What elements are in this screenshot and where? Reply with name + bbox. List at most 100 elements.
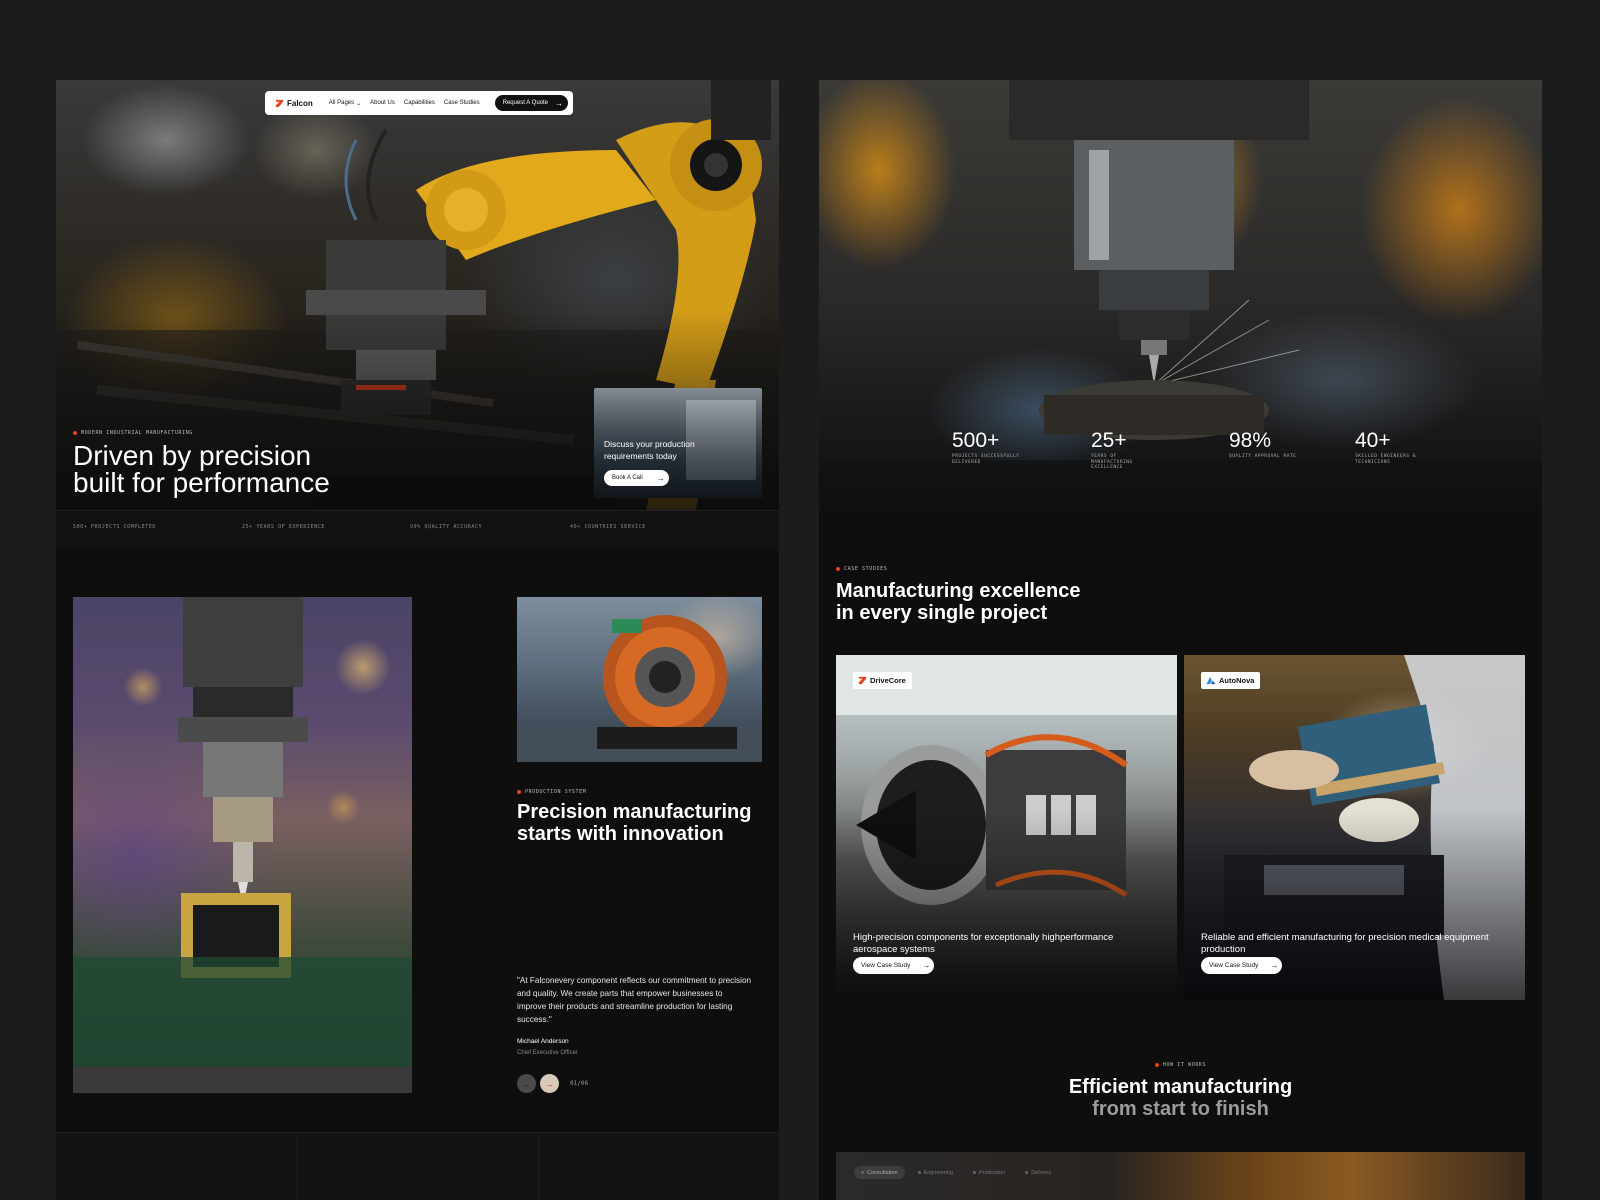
view-case-study-label: View Case Study — [861, 962, 911, 969]
hero-eyebrow-text: Modern Industrial Manufacturing — [81, 430, 193, 436]
production-title: Precision manufacturing starts with inno… — [517, 801, 757, 845]
book-call-label: Book A Call — [612, 475, 643, 481]
production-title-line2: starts with innovation — [517, 823, 724, 845]
case-studies-eyebrow: Case Studies — [836, 566, 887, 572]
brand-name: Falcon — [287, 98, 313, 108]
case-studies-eyebrow-text: Case Studies — [844, 566, 888, 572]
arrow-right-icon: → — [1270, 961, 1279, 970]
case-studies-title: Manufacturing excellence in every single… — [836, 580, 1096, 624]
case-description: Reliable and efficient manufacturing for… — [1201, 932, 1489, 955]
nav-item-capabilities[interactable]: Capabilities — [404, 100, 435, 106]
accent-dot — [517, 790, 521, 794]
landing-page-preview-left: Falcon All Pages ⌄ About Us Capabilities… — [56, 80, 779, 1200]
view-case-study-label: View Case Study — [1209, 962, 1259, 969]
production-eyebrow: Production System — [517, 789, 586, 795]
arrow-right-icon: → — [555, 98, 563, 108]
stat-label: Quality Approval Rate — [1229, 454, 1297, 459]
case-studies-title-line1: Manufacturing excellence — [836, 580, 1081, 602]
column-divider — [538, 1133, 539, 1200]
cnc-spindle-image — [819, 80, 1542, 510]
stat-engineers: 40+ Skilled Engineers & Technicians — [1355, 430, 1425, 465]
book-call-text: Discuss your production requirements tod… — [604, 439, 695, 461]
nav-item-about-us[interactable]: About Us — [370, 100, 395, 106]
how-it-works-title-line1: Efficient manufacturing — [1068, 1076, 1293, 1098]
arrow-right-icon: → — [922, 961, 931, 970]
carousel-prev-button[interactable]: ← — [517, 1074, 536, 1093]
drill-illustration — [73, 597, 412, 1093]
arrow-right-icon: → — [656, 473, 665, 483]
stat-value: 500+ — [952, 429, 1000, 452]
how-it-works-title: Efficient manufacturing from start to fi… — [819, 1076, 1542, 1120]
tab-engineering[interactable]: Engineering — [911, 1166, 960, 1179]
stat-label: Years of Manufacturing Excellence — [1091, 454, 1133, 470]
falcon-logo-icon — [275, 99, 284, 107]
column-divider — [297, 1133, 298, 1200]
strip-item: 40+ Countries Service — [570, 524, 646, 530]
strip-item: 99% Quality Accuracy — [410, 524, 483, 530]
stat-value: 98% — [1229, 429, 1272, 452]
view-case-study-button[interactable]: View Case Study → — [1201, 957, 1283, 974]
stat-quality: 98% Quality Approval Rate — [1229, 430, 1299, 460]
how-it-works-title-line2: from start to finish — [1092, 1098, 1269, 1120]
view-case-study-button[interactable]: View Case Study → — [853, 957, 935, 974]
tab-production[interactable]: Production — [966, 1166, 1012, 1179]
nav-item-case-studies[interactable]: Case Studies — [444, 100, 480, 106]
production-eyebrow-text: Production System — [525, 789, 587, 795]
stat-years: 25+ Years of Manufacturing Excellence — [1091, 430, 1161, 471]
case-brand-name: AutoNova — [1219, 676, 1255, 685]
book-call-button[interactable]: Book A Call → — [604, 470, 669, 486]
hero-eyebrow: Modern Industrial Manufacturing — [73, 430, 193, 436]
autonova-logo-icon — [1206, 676, 1216, 685]
step-dot — [861, 1171, 864, 1174]
drivecore-logo: DriveCore — [853, 672, 912, 689]
how-it-works-eyebrow: How It Works — [819, 1062, 1542, 1068]
drivecore-logo-icon — [858, 676, 867, 685]
step-label: Consultation — [867, 1169, 898, 1176]
chevron-down-icon: ⌄ — [356, 100, 362, 107]
carousel-counter: 01/06 — [570, 1080, 589, 1087]
hero-title: Driven by precision built for performanc… — [73, 442, 393, 497]
strip-item: 25+ Years of Experience — [242, 524, 326, 530]
request-quote-button[interactable]: Request A Quote → — [494, 95, 568, 111]
carousel-next-button[interactable]: → — [540, 1074, 559, 1093]
autonova-logo: AutoNova — [1201, 672, 1261, 689]
step-dot — [1025, 1171, 1029, 1174]
step-dot — [972, 1171, 976, 1174]
case-studies-title-line2: in every single project — [836, 602, 1048, 624]
accent-dot — [73, 431, 77, 435]
tab-consultation[interactable]: Consultation — [854, 1166, 905, 1179]
tab-delivery[interactable]: Delivery — [1018, 1166, 1058, 1179]
stat-value: 40+ — [1355, 429, 1391, 452]
stat-projects: 500+ Projects Successfully Delivered — [952, 430, 1022, 465]
brand-logo[interactable]: Falcon — [275, 99, 313, 108]
arrow-left-icon: ← — [522, 1078, 531, 1089]
motor-illustration — [517, 615, 762, 762]
stat-label: Projects Successfully Delivered — [952, 454, 1020, 465]
request-quote-label: Request A Quote — [502, 100, 548, 106]
testimonial-role: Chief Executive Officer — [517, 1050, 578, 1056]
step-dot — [917, 1171, 921, 1174]
top-navbar: Falcon All Pages ⌄ About Us Capabilities… — [265, 91, 573, 115]
process-step-tabs: Consultation Engineering Production Deli… — [854, 1166, 1058, 1179]
case-study-card-autonova[interactable]: AutoNova Reliable and efficient manufact… — [1184, 655, 1525, 1000]
strip-item: 500+ Projects Completed — [73, 524, 157, 530]
stat-value: 25+ — [1091, 429, 1127, 452]
accent-dot — [1154, 1063, 1159, 1067]
accent-dot — [836, 567, 840, 571]
next-section-preview — [56, 1132, 779, 1200]
case-study-card-drivecore[interactable]: DriveCore High-precision components for … — [836, 655, 1177, 1000]
book-call-card: Discuss your production requirements tod… — [594, 388, 762, 498]
nav-item-all-pages[interactable]: All Pages ⌄ — [329, 100, 361, 107]
process-steps-preview: Consultation Engineering Production Deli… — [836, 1152, 1525, 1200]
nav-item-label: All Pages — [328, 100, 355, 106]
step-label: Delivery — [1031, 1169, 1052, 1176]
stat-label: Skilled Engineers & Technicians — [1355, 454, 1416, 465]
hero-section: Falcon All Pages ⌄ About Us Capabilities… — [56, 80, 779, 510]
testimonial-quote: "At Falconevery component reflects our c… — [517, 976, 752, 1024]
step-label: Production — [978, 1169, 1006, 1176]
testimonial-author: Michael Anderson — [517, 1038, 569, 1045]
case-brand-name: DriveCore — [870, 676, 906, 685]
step-label: Engineering — [923, 1169, 953, 1176]
arrow-right-icon: → — [545, 1078, 554, 1089]
cnc-hero-section: 500+ Projects Successfully Delivered 25+… — [819, 80, 1542, 510]
